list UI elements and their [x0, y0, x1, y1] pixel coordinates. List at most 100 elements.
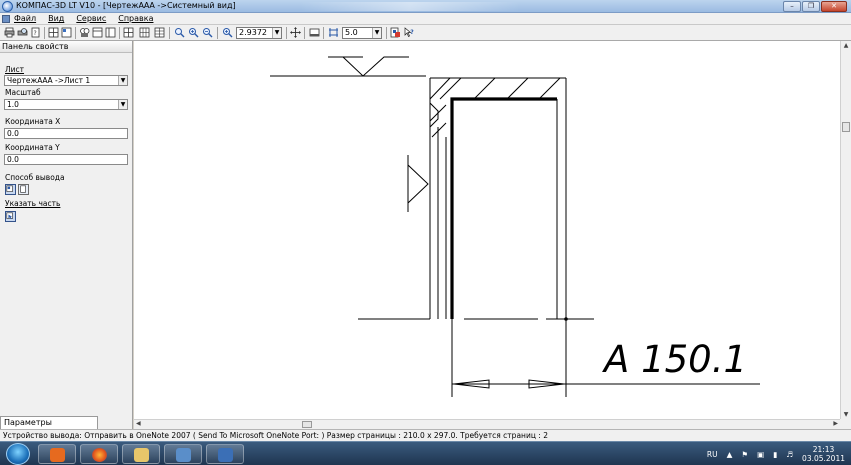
output-label: Способ вывода	[5, 173, 65, 182]
output-mode-2-button[interactable]	[18, 184, 29, 195]
scroll-corner	[840, 419, 851, 429]
menu-item-0[interactable]: Файл	[12, 14, 38, 23]
output-mode-1-button[interactable]	[5, 184, 16, 195]
taskbar: RU ▲ ⚑ ▣ ▮ ♬ 21:13 03.05.2011	[0, 441, 851, 465]
coord-y-label: Координата Y	[5, 143, 60, 152]
zoom-out-icon[interactable]	[202, 27, 213, 38]
coord-y-value: 0.0	[7, 155, 19, 164]
coord-y-input[interactable]: 0.0	[4, 154, 128, 165]
zoom-value: 2.9372	[239, 28, 267, 37]
zoom-combo[interactable]: 2.9372 ▼	[236, 27, 282, 39]
layers-icon[interactable]	[123, 27, 134, 38]
vertical-scrollbar[interactable]: ▲ ▼	[840, 41, 851, 419]
clock[interactable]: 21:13 03.05.2011	[802, 445, 845, 463]
document-icon[interactable]	[2, 15, 10, 23]
taskbar-app-virtualbox[interactable]	[164, 444, 202, 464]
taskbar-app-explorer[interactable]	[122, 444, 160, 464]
firefox-icon	[92, 448, 107, 462]
volume-icon[interactable]: ♬	[786, 450, 793, 459]
step-icon[interactable]	[328, 27, 339, 38]
tray-arrow-icon[interactable]: ▲	[727, 450, 733, 459]
grid-layout-2-icon[interactable]	[154, 27, 165, 38]
step-value: 5.0	[345, 28, 358, 37]
horizontal-scrollbar[interactable]: ◀ ▶	[134, 419, 840, 429]
coord-x-value: 0.0	[7, 129, 19, 138]
scroll-right-icon[interactable]: ▶	[833, 420, 838, 427]
sheet-icon[interactable]	[92, 27, 103, 38]
zoom-in-icon[interactable]	[188, 27, 199, 38]
menu-item-3[interactable]: Справка	[116, 14, 155, 23]
svg-text:?: ?	[34, 30, 37, 37]
minimize-button[interactable]: –	[783, 1, 801, 12]
folder-icon	[134, 448, 149, 462]
tab-view-parameters[interactable]: Параметры просмотра	[0, 416, 98, 439]
hatch-5	[538, 77, 561, 100]
scale-label: Масштаб	[5, 88, 41, 97]
coord-x-input[interactable]: 0.0	[4, 128, 128, 139]
hatch-1	[429, 77, 451, 100]
scroll-down-icon[interactable]: ▼	[842, 411, 850, 418]
scroll-up-icon[interactable]: ▲	[842, 42, 850, 49]
kompas-app-icon	[2, 1, 13, 12]
part-label: Указать часть	[5, 199, 61, 208]
chevron-down-icon[interactable]: ▼	[272, 28, 281, 38]
title-bar: КОМПАС-3D LT V10 - [ЧертежААА ->Системны…	[0, 0, 851, 13]
flag-icon[interactable]: ⚑	[741, 450, 748, 459]
power-icon[interactable]: ▮	[773, 450, 777, 459]
drawing-svg: A 150.1	[270, 56, 760, 397]
chevron-down-icon[interactable]: ▼	[118, 76, 127, 85]
system-tray: RU ▲ ⚑ ▣ ▮ ♬ 21:13 03.05.2011	[707, 445, 845, 463]
media-player-icon	[50, 448, 65, 462]
svg-text:?: ?	[410, 29, 414, 36]
kompas-icon	[218, 448, 233, 462]
pan-icon[interactable]	[290, 27, 301, 38]
horizontal-scroll-thumb[interactable]	[302, 421, 312, 428]
window-icon[interactable]	[309, 27, 320, 38]
page-setup-icon[interactable]: ?	[30, 27, 41, 38]
sheet-select[interactable]: ЧертежААА ->Лист 1 ▼	[4, 75, 128, 86]
chevron-down-icon[interactable]: ▼	[372, 28, 381, 38]
layout-2-icon[interactable]	[61, 27, 72, 38]
step-combo[interactable]: 5.0 ▼	[342, 27, 382, 39]
sheet-2-icon[interactable]	[105, 27, 116, 38]
scale-select[interactable]: 1.0 ▼	[4, 99, 128, 110]
panel-header: Панель свойств	[0, 41, 132, 53]
menu-item-1[interactable]: Вид	[46, 14, 66, 23]
drawing-canvas[interactable]: A 150.1	[134, 41, 840, 419]
find-icon[interactable]	[79, 27, 90, 38]
start-button[interactable]	[6, 443, 30, 465]
status-bar: Устройство вывода: Отправить в OneNote 2…	[0, 429, 851, 441]
vertical-scroll-thumb[interactable]	[842, 122, 850, 132]
zoom-fit-icon[interactable]	[174, 27, 185, 38]
base-point	[564, 317, 568, 321]
taskbar-app-media-player[interactable]	[38, 444, 76, 464]
taskbar-app-kompas[interactable]	[206, 444, 244, 464]
chamfer-outline	[429, 102, 439, 128]
taskbar-app-firefox[interactable]	[80, 444, 118, 464]
export-icon[interactable]	[390, 27, 401, 38]
hatch-2	[439, 77, 462, 100]
print-preview-icon[interactable]	[17, 27, 28, 38]
chevron-down-icon[interactable]: ▼	[118, 100, 127, 109]
print-icon[interactable]	[4, 27, 15, 38]
grid-layout-icon[interactable]	[139, 27, 150, 38]
scroll-left-icon[interactable]: ◀	[136, 420, 141, 427]
property-panel: Панель свойств Лист ЧертежААА ->Лист 1 ▼…	[0, 41, 133, 439]
select-part-button[interactable]	[5, 211, 16, 222]
help-icon[interactable]: ?	[404, 27, 415, 38]
language-indicator[interactable]: RU	[707, 450, 718, 459]
dimension-text: A 150.1	[602, 338, 747, 381]
network-icon[interactable]: ▣	[757, 450, 764, 459]
zoom-scale-icon[interactable]	[222, 27, 233, 38]
hatch-6	[431, 122, 447, 138]
side-symbol-triangle	[407, 164, 429, 204]
menu-item-2[interactable]: Сервис	[74, 14, 108, 23]
close-button[interactable]: ✕	[821, 1, 847, 12]
layout-icon[interactable]	[48, 27, 59, 38]
clock-date: 03.05.2011	[802, 454, 845, 463]
window-title: КОМПАС-3D LT V10 - [ЧертежААА ->Системны…	[16, 1, 236, 10]
restore-button[interactable]: ❐	[802, 1, 820, 12]
hatch-4	[506, 77, 529, 100]
thick-profile	[450, 97, 557, 319]
hatch-3	[473, 77, 496, 100]
